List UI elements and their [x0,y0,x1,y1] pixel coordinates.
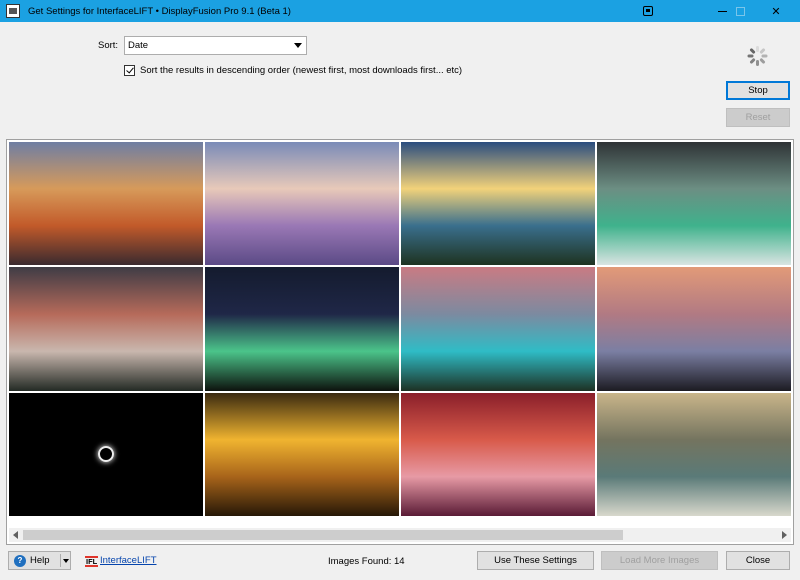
stop-button[interactable]: Stop [726,81,790,100]
help-dropdown-icon[interactable] [63,559,69,563]
thumbnail-lake-sunrise-mountains[interactable] [401,142,595,266]
close-button[interactable]: Close [726,551,790,570]
help-icon: ? [14,554,26,567]
maximize-button[interactable] [722,0,758,22]
maximize-icon [735,6,745,16]
eclipse-ring [98,446,114,463]
images-found-label: Images Found: [328,556,392,567]
sort-selected-value: Date [128,40,149,51]
load-more-images-button[interactable]: Load More Images [601,551,718,570]
scrollbar-thumb[interactable] [23,530,623,540]
close-icon: ✕ [771,5,781,18]
title-bar: Get Settings for InterfaceLIFT • Display… [0,0,800,22]
thumbnail-grid [9,142,791,516]
scroll-right-icon[interactable] [782,531,787,539]
pin-icon [643,6,653,16]
use-these-settings-button[interactable]: Use These Settings [477,551,594,570]
image-gallery [6,139,794,545]
reset-button[interactable]: Reset [726,108,790,127]
loading-spinner-icon [747,46,768,66]
thumbnail-antelope-canyon[interactable] [401,392,595,516]
images-found: Images Found: 14 [328,556,405,567]
descending-label: Sort the results in descending order (ne… [140,65,463,76]
window-title: Get Settings for InterfaceLIFT • Display… [28,5,291,17]
interfacelift-link[interactable]: InterfaceLIFT [100,555,157,566]
thumbnail-aurora-night-sky[interactable] [205,267,399,391]
help-label: Help [30,555,50,566]
chevron-down-icon [294,43,302,48]
sort-label: Sort: [98,40,119,51]
thumbnail-lavender-field-tree[interactable] [205,142,399,266]
descending-checkbox[interactable] [124,65,135,76]
help-button[interactable]: ? Help [8,551,71,570]
scroll-left-icon[interactable] [13,531,18,539]
thumbnail-solar-eclipse[interactable] [9,392,203,516]
thumbnail-half-dome-sunset[interactable] [9,142,203,266]
thumbnail-crashing-green-wave[interactable] [597,142,791,266]
thumbnail-misty-forest-valley[interactable] [9,267,203,391]
thumbnail-turquoise-lake-peaks[interactable] [401,267,595,391]
thumbnail-pier-silhouettes-sunset[interactable] [597,267,791,391]
horizontal-scrollbar[interactable] [9,528,791,542]
pin-window-button[interactable] [630,0,666,22]
thumbnail-golden-arches-reflection[interactable] [205,392,399,516]
descending-order-option[interactable]: Sort the results in descending order (ne… [124,65,462,76]
thumbnail-rocky-coast-waves[interactable] [597,392,791,516]
images-found-count: 14 [394,556,405,567]
app-icon [6,4,20,18]
interfacelift-logo: IFL [85,556,99,567]
sort-dropdown[interactable]: Date [124,36,307,55]
close-window-button[interactable]: ✕ [758,0,794,22]
